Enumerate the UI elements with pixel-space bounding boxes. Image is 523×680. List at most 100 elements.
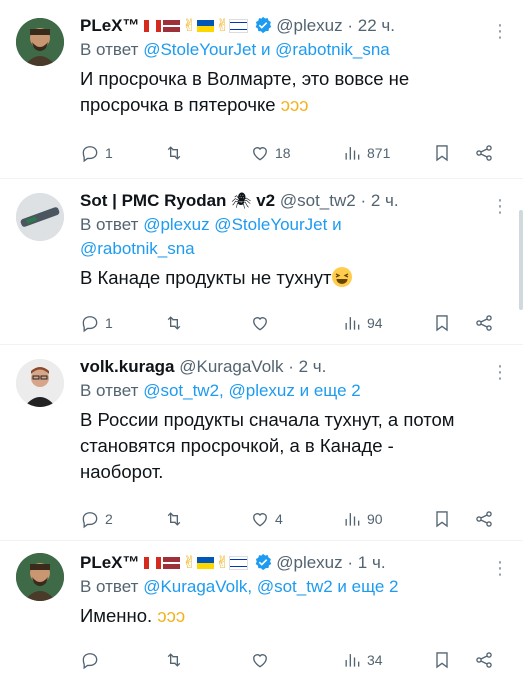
- tweet-text-line: становятся просрочкой, а в Канаде -: [80, 435, 394, 456]
- reply-to-line: В ответ @plexuz @StoleYourJet и @rabotni…: [80, 213, 497, 261]
- tweet-4[interactable]: PLeX™ ✌ ✌ @plexuz · 1 ч. В ответ @KuragaV…: [0, 541, 523, 680]
- heart-icon: [253, 147, 267, 161]
- reply-to-line: В ответ @KuragaVolk, @sot_tw2 и еще 2: [80, 575, 497, 599]
- author-handle[interactable]: @plexuz: [276, 16, 342, 35]
- like-button[interactable]: 4: [250, 509, 283, 529]
- retweet-button[interactable]: [164, 143, 184, 163]
- retweet-icon: [167, 316, 181, 330]
- tweet-text: В России продукты сначала тухнут, а пото…: [80, 407, 497, 485]
- views-chart-icon: [345, 147, 360, 160]
- separator-dot: ·: [347, 553, 354, 572]
- tweet-text: Именно. ↄↄↄ: [80, 603, 497, 629]
- flag-latvia-icon: [163, 557, 181, 569]
- retweet-icon: [167, 146, 181, 160]
- avatar-plexuz[interactable]: [16, 553, 64, 601]
- grinning-squint-emoji-icon: [332, 267, 353, 287]
- views-button[interactable]: 90: [342, 509, 383, 529]
- flag-israel-icon: [228, 556, 248, 570]
- reply-mentions[interactable]: @KuragaVolk, @sot_tw2 и еще 2: [143, 577, 398, 596]
- views-count: 94: [367, 315, 383, 331]
- reply-button[interactable]: 2: [80, 509, 113, 529]
- avatar-sot[interactable]: [16, 193, 64, 241]
- views-chart-icon: [345, 654, 360, 667]
- bookmark-button[interactable]: [432, 650, 452, 670]
- more-dots-icon[interactable]: ⋮: [491, 559, 509, 577]
- author-name[interactable]: PLeX™: [80, 16, 140, 35]
- retweet-icon: [167, 512, 181, 526]
- reply-mentions[interactable]: @plexuz @StoleYourJet и: [143, 215, 341, 234]
- separator-dot: ·: [288, 357, 294, 376]
- victory-hand-icon: ✌: [182, 553, 197, 572]
- author-handle[interactable]: @KuragaVolk: [179, 357, 283, 376]
- bookmark-icon: [436, 511, 448, 528]
- like-button[interactable]: 18: [250, 143, 291, 163]
- views-count: 90: [367, 511, 383, 527]
- more-dots-icon[interactable]: ⋮: [491, 22, 509, 40]
- reply-mentions-continued[interactable]: @rabotnik_sna: [80, 239, 195, 258]
- reply-button[interactable]: 1: [80, 313, 113, 333]
- bookmark-icon: [436, 145, 448, 162]
- ear-emoji-icon: ↄↄↄ: [280, 94, 309, 115]
- victory-hand-icon: ✌: [215, 16, 230, 35]
- share-button[interactable]: [474, 650, 494, 670]
- action-bar: 2 4 90: [80, 507, 503, 531]
- author-name[interactable]: PLeX™: [80, 553, 140, 572]
- reply-button[interactable]: 1: [80, 143, 113, 163]
- share-button[interactable]: [474, 313, 494, 333]
- reply-prefix: В ответ: [80, 40, 139, 59]
- retweet-button[interactable]: [164, 509, 184, 529]
- views-count: 34: [367, 652, 383, 668]
- reply-icon: [82, 512, 98, 529]
- separator-dot: ·: [347, 16, 354, 35]
- flag-israel-icon: [228, 19, 248, 33]
- retweet-button[interactable]: [164, 650, 184, 670]
- flag-canada-icon: [144, 557, 162, 569]
- action-bar: 34: [80, 648, 503, 672]
- bookmark-button[interactable]: [432, 143, 452, 163]
- reply-mentions[interactable]: @StoleYourJet и @rabotnik_sna: [143, 40, 390, 59]
- tweet-text-content: Именно.: [80, 605, 153, 626]
- views-chart-icon: [345, 317, 360, 330]
- retweet-button[interactable]: [164, 313, 184, 333]
- tweet-time[interactable]: 22 ч.: [358, 16, 395, 35]
- tweet-header: Sot | PMC Ryodan 🕷 v2 @sot_tw2 · 2 ч.: [80, 189, 497, 213]
- tweet-time[interactable]: 2 ч.: [299, 357, 327, 376]
- tweet-1[interactable]: PLeX™ ✌ ✌ @plexuz · 22 ч. В ответ @StoleY…: [0, 0, 523, 178]
- tweet-time[interactable]: 1 ч.: [358, 553, 386, 572]
- more-dots-icon[interactable]: ⋮: [491, 363, 509, 381]
- author-handle[interactable]: @plexuz: [276, 553, 342, 572]
- verified-badge-icon: [255, 16, 271, 34]
- share-icon: [476, 145, 492, 161]
- share-icon: [476, 315, 492, 331]
- views-chart-icon: [345, 513, 360, 526]
- reply-button[interactable]: [80, 650, 100, 670]
- victory-hand-icon: ✌: [215, 553, 230, 572]
- avatar-kuraga[interactable]: [16, 359, 64, 407]
- like-button[interactable]: [250, 650, 270, 670]
- views-button[interactable]: 94: [342, 313, 383, 333]
- author-name[interactable]: volk.kuraga: [80, 357, 175, 376]
- views-button[interactable]: 34: [342, 650, 383, 670]
- spider-icon: 🕷: [231, 193, 252, 210]
- verified-badge-icon: [255, 553, 271, 571]
- bookmark-button[interactable]: [432, 509, 452, 529]
- author-handle[interactable]: @sot_tw2: [280, 191, 356, 210]
- tweet-header: PLeX™ ✌ ✌ @plexuz · 22 ч.: [80, 14, 497, 38]
- scrollbar[interactable]: [519, 210, 523, 310]
- author-name[interactable]: Sot | PMC Ryodan: [80, 191, 226, 210]
- tweet-3[interactable]: volk.kuraga @KuragaVolk · 2 ч. В ответ @…: [0, 345, 523, 540]
- more-dots-icon[interactable]: ⋮: [491, 197, 509, 215]
- reply-mentions[interactable]: @sot_tw2, @plexuz и еще 2: [143, 381, 361, 400]
- share-button[interactable]: [474, 509, 494, 529]
- reply-prefix: В ответ: [80, 577, 139, 596]
- views-button[interactable]: 871: [342, 143, 390, 163]
- tweet-2[interactable]: Sot | PMC Ryodan 🕷 v2 @sot_tw2 · 2 ч. В …: [0, 179, 523, 344]
- bookmark-button[interactable]: [432, 313, 452, 333]
- tweet-text-content: В Канаде продукты не тухнут: [80, 267, 332, 288]
- views-count: 871: [367, 145, 391, 161]
- share-button[interactable]: [474, 143, 494, 163]
- tweet-time[interactable]: 2 ч.: [371, 191, 399, 210]
- reply-to-line: В ответ @sot_tw2, @plexuz и еще 2: [80, 379, 497, 403]
- avatar-plexuz[interactable]: [16, 18, 64, 66]
- like-button[interactable]: [250, 313, 270, 333]
